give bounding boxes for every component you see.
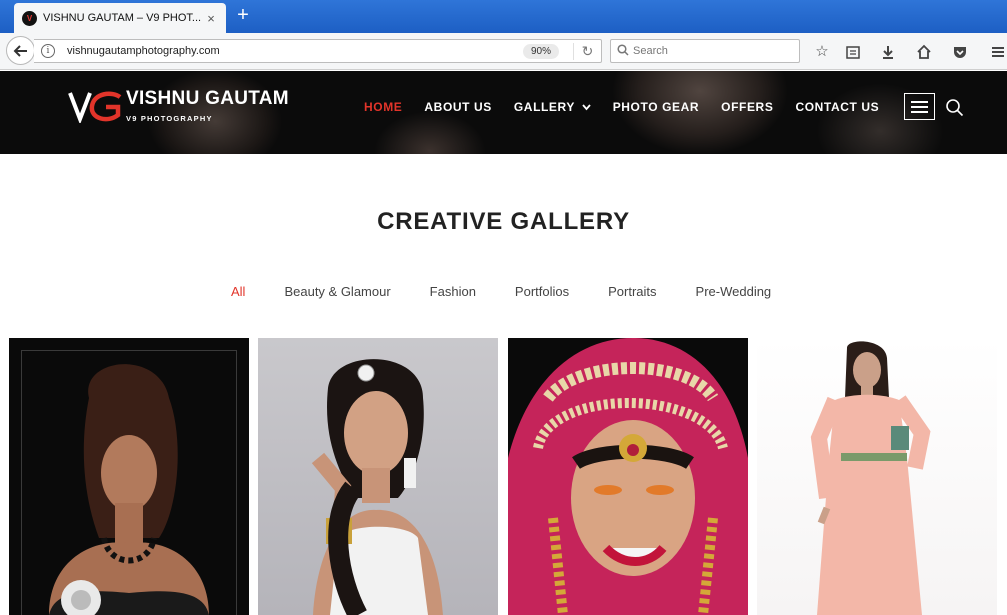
- gallery-photo-1[interactable]: [9, 338, 249, 615]
- logo-title: VISHNU GAUTAM: [126, 88, 289, 109]
- menu-item-contact-us[interactable]: CONTACT US: [795, 100, 879, 114]
- portrait-image: [810, 341, 931, 615]
- browser-menu-icon[interactable]: [988, 42, 1007, 62]
- gallery-photo-4[interactable]: [757, 338, 997, 615]
- hamburger-menu-button[interactable]: [904, 93, 935, 120]
- menu-item-photo-gear[interactable]: PHOTO GEAR: [613, 100, 699, 114]
- reload-icon[interactable]: ↻: [573, 42, 601, 60]
- browser-tab[interactable]: V VISHNU GAUTAM – V9 PHOT... ×: [14, 3, 226, 33]
- site-header: VISHNU GAUTAM V9 PHOTOGRAPHY HOME ABOUT …: [0, 71, 1007, 154]
- gallery-photo-3[interactable]: [508, 338, 748, 615]
- filter-pre-wedding[interactable]: Pre-Wedding: [696, 284, 772, 299]
- search-placeholder: Search: [633, 45, 668, 57]
- menu-item-gallery[interactable]: GALLERY: [514, 100, 591, 114]
- reading-list-icon[interactable]: [843, 42, 863, 62]
- download-icon[interactable]: [878, 42, 898, 62]
- pocket-icon[interactable]: [950, 42, 970, 62]
- hamburger-line: [911, 100, 928, 103]
- chevron-down-icon: [582, 104, 591, 111]
- menu-item-gallery-label: GALLERY: [513, 100, 575, 114]
- gallery-photo-2[interactable]: [258, 338, 498, 615]
- url-bar[interactable]: i vishnugautamphotography.com 90% ↻: [34, 39, 602, 63]
- browser-tabstrip: V VISHNU GAUTAM – V9 PHOT... × +: [0, 0, 1007, 33]
- zoom-indicator[interactable]: 90%: [522, 43, 559, 59]
- filter-portraits[interactable]: Portraits: [608, 284, 656, 299]
- portrait-image: [49, 364, 209, 615]
- portrait-image: [508, 338, 748, 615]
- site-info-icon[interactable]: i: [41, 44, 55, 58]
- tab-close-icon[interactable]: ×: [204, 11, 218, 26]
- filter-beauty-glamour[interactable]: Beauty & Glamour: [284, 284, 390, 299]
- site-favicon-icon: V: [22, 10, 37, 26]
- new-tab-button[interactable]: +: [234, 5, 252, 26]
- tab-title: VISHNU GAUTAM – V9 PHOT...: [43, 12, 202, 24]
- site-logo[interactable]: VISHNU GAUTAM V9 PHOTOGRAPHY: [68, 88, 289, 125]
- portrait-image: [311, 359, 443, 615]
- menu-item-about-us[interactable]: ABOUT US: [424, 100, 491, 114]
- logo-mark-icon: [68, 89, 124, 125]
- gallery-filters: All Beauty & Glamour Fashion Portfolios …: [231, 284, 810, 299]
- browser-navbar: i vishnugautamphotography.com 90% ↻ Sear…: [0, 33, 1007, 70]
- filter-fashion[interactable]: Fashion: [430, 284, 476, 299]
- logo-subtitle: V9 PHOTOGRAPHY: [126, 114, 213, 123]
- filter-portfolios[interactable]: Portfolios: [515, 284, 569, 299]
- back-arrow-icon: [13, 44, 27, 57]
- browser-search-input[interactable]: Search: [610, 39, 800, 63]
- home-icon[interactable]: [914, 42, 934, 62]
- bookmark-star-icon[interactable]: ☆: [812, 42, 832, 62]
- back-button[interactable]: [6, 36, 35, 65]
- gallery-title: CREATIVE GALLERY: [377, 208, 630, 235]
- url-text[interactable]: vishnugautamphotography.com: [67, 45, 523, 57]
- search-icon: [617, 43, 629, 59]
- main-menu: HOME ABOUT US GALLERY PHOTO GEAR OFFERS …: [364, 100, 901, 114]
- menu-item-offers[interactable]: OFFERS: [721, 100, 773, 114]
- hamburger-line: [911, 110, 928, 113]
- menu-item-home[interactable]: HOME: [364, 100, 402, 114]
- hamburger-line: [911, 105, 928, 108]
- filter-all[interactable]: All: [231, 284, 245, 299]
- site-search-icon[interactable]: [945, 98, 965, 118]
